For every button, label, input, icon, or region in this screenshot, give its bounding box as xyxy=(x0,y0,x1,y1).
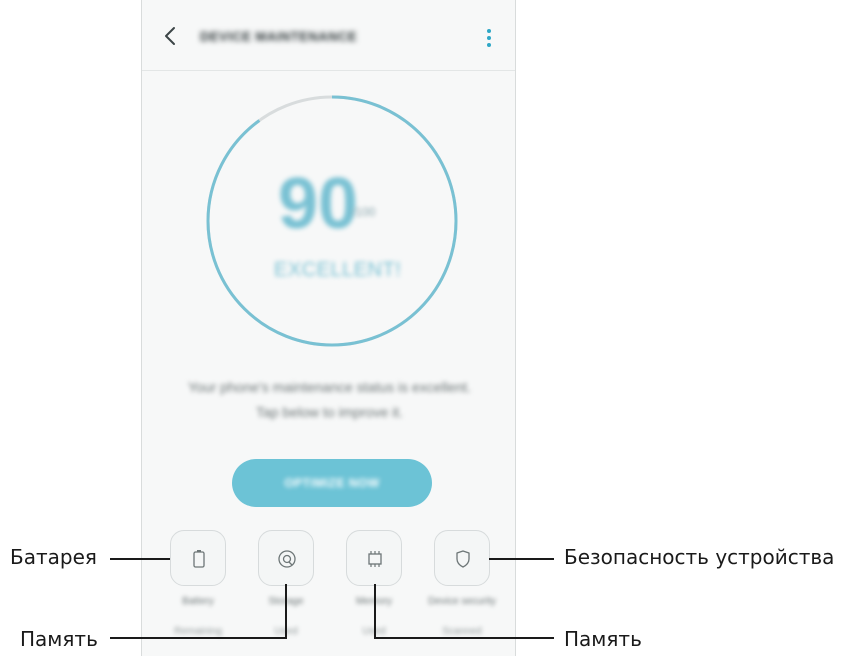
callout-storage: Память xyxy=(20,627,98,651)
memory-chip-icon xyxy=(368,551,382,567)
score-value: 90 xyxy=(278,164,359,244)
back-arrow-icon[interactable] xyxy=(160,24,182,48)
device-security-tile-sub: Scanned xyxy=(442,626,482,637)
device-security-tile-label: Device security xyxy=(428,596,496,607)
callout-security: Безопасность устройства xyxy=(564,545,835,569)
score-unit: /100 xyxy=(352,205,376,219)
optimize-now-label: OPTIMIZE NOW xyxy=(284,476,380,490)
callout-memory-line-v xyxy=(374,584,376,639)
device-security-tile[interactable] xyxy=(434,530,490,586)
callout-storage-line-v xyxy=(285,584,287,639)
storage-icon xyxy=(278,550,296,568)
device-maintenance-screen: DEVICE MAINTENANCE 90 /100 EXCELLENT! Yo… xyxy=(141,0,516,656)
shield-icon xyxy=(456,550,470,568)
storage-tile[interactable] xyxy=(258,530,314,586)
app-bar: DEVICE MAINTENANCE xyxy=(142,0,515,71)
callout-security-line xyxy=(489,558,554,560)
callout-memory-line-h xyxy=(374,637,554,639)
callout-battery: Батарея xyxy=(10,545,97,569)
callout-memory: Память xyxy=(564,627,642,651)
memory-tile[interactable] xyxy=(346,530,402,586)
optimize-now-button[interactable]: OPTIMIZE NOW xyxy=(232,459,432,507)
battery-tile-label: Battery xyxy=(182,596,214,607)
page-title: DEVICE MAINTENANCE xyxy=(200,29,358,44)
battery-tile[interactable] xyxy=(170,530,226,586)
status-message-line2: Tap below to improve it. xyxy=(255,404,404,420)
more-vertical-icon[interactable] xyxy=(483,27,495,49)
status-message-line1: Your phone's maintenance status is excel… xyxy=(187,379,472,395)
score-status: EXCELLENT! xyxy=(274,259,402,281)
battery-tile-sub: Remaining xyxy=(174,626,222,637)
callout-storage-line-h xyxy=(110,637,286,639)
battery-icon xyxy=(193,550,205,568)
callout-battery-line xyxy=(110,558,170,560)
